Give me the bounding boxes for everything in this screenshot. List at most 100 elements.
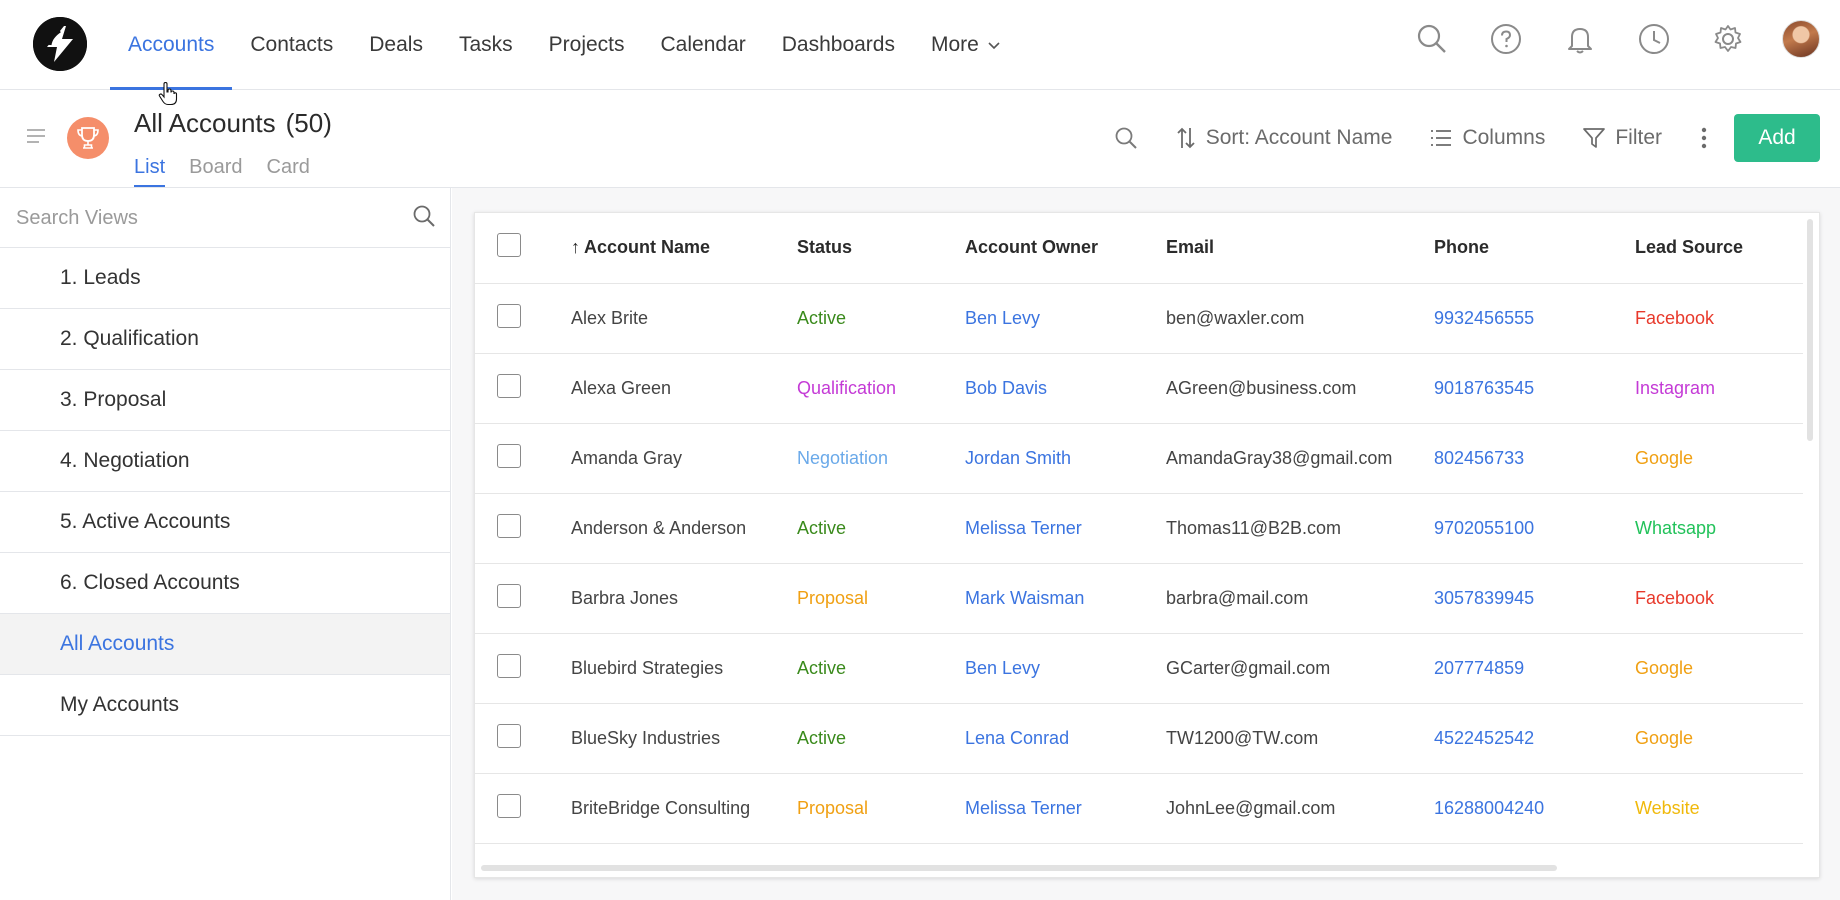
email-cell: AGreen@business.com <box>1166 353 1434 424</box>
table-row[interactable]: BlueSky Industries Active Lena Conrad TW… <box>475 703 1803 774</box>
owner-link[interactable]: Ben Levy <box>965 633 1166 704</box>
row-checkbox[interactable] <box>497 443 521 468</box>
sidebar-item-my-accounts[interactable]: My Accounts <box>0 675 450 736</box>
sidebar-item-active-accounts[interactable]: 5. Active Accounts <box>0 492 450 553</box>
sidebar-item-qualification[interactable]: 2. Qualification <box>0 309 450 370</box>
column-header-account-owner[interactable]: Account Owner <box>965 213 1166 284</box>
filter-label: Filter <box>1615 126 1662 149</box>
columns-button[interactable]: Columns <box>1430 126 1545 150</box>
nav-dashboards[interactable]: Dashboards <box>764 0 913 90</box>
gear-icon[interactable] <box>1710 21 1746 57</box>
table-row[interactable]: Amanda Gray Negotiation Jordan Smith Ama… <box>475 423 1803 494</box>
account-name-cell[interactable]: Bluebird Strategies <box>571 633 797 704</box>
nav-calendar[interactable]: Calendar <box>643 0 764 90</box>
phone-link[interactable]: 16288004240 <box>1434 773 1635 844</box>
sidebar-item-negotiation[interactable]: 4. Negotiation <box>0 431 450 492</box>
nav-accounts[interactable]: Accounts <box>110 0 233 91</box>
tab-list[interactable]: List <box>134 156 166 187</box>
nav-contacts[interactable]: Contacts <box>232 0 351 90</box>
app-logo[interactable] <box>33 17 87 71</box>
vertical-scrollbar[interactable] <box>1807 219 1813 441</box>
accounts-table-card: ↑ Account Name Status Account Owner Email… <box>474 212 1820 878</box>
row-checkbox[interactable] <box>497 793 521 818</box>
column-header-phone[interactable]: Phone <box>1434 213 1635 284</box>
select-all-checkbox[interactable] <box>497 233 521 258</box>
owner-link[interactable]: Melissa Terner <box>965 493 1166 564</box>
table-row[interactable]: Bluebird Strategies Active Ben Levy GCar… <box>475 633 1803 704</box>
row-select-cell <box>475 633 571 704</box>
more-options-button[interactable] <box>1700 126 1708 150</box>
row-select-cell <box>475 353 571 424</box>
owner-link[interactable]: Jordan Smith <box>965 423 1166 494</box>
tab-card[interactable]: Card <box>267 156 310 187</box>
sidebar-item-proposal[interactable]: 3. Proposal <box>0 370 450 431</box>
account-name-cell[interactable]: Barbra Jones <box>571 563 797 634</box>
search-icon[interactable] <box>412 204 436 228</box>
column-header-email[interactable]: Email <box>1166 213 1434 284</box>
phone-link[interactable]: 9702055100 <box>1434 493 1635 564</box>
table-search-button[interactable] <box>1114 126 1138 150</box>
column-header-status[interactable]: Status <box>797 213 965 284</box>
owner-link[interactable]: Mark Waisman <box>965 563 1166 634</box>
phone-link[interactable]: 9018763545 <box>1434 353 1635 424</box>
row-checkbox[interactable] <box>497 653 521 678</box>
row-checkbox[interactable] <box>497 513 521 538</box>
hamburger-icon[interactable] <box>26 128 46 144</box>
sidebar-item-closed-accounts[interactable]: 6. Closed Accounts <box>0 553 450 614</box>
add-button[interactable]: Add <box>1734 114 1820 162</box>
bell-icon[interactable] <box>1562 21 1598 57</box>
status-cell: Active <box>797 493 965 564</box>
horizontal-scrollbar[interactable] <box>481 865 1557 871</box>
history-icon[interactable] <box>1636 21 1672 57</box>
phone-link[interactable]: 207774859 <box>1434 633 1635 704</box>
account-name-cell[interactable]: Alex Brite <box>571 283 797 354</box>
owner-link[interactable]: Bob Davis <box>965 353 1166 424</box>
email-cell: JohnLee@gmail.com <box>1166 773 1434 844</box>
nav-projects[interactable]: Projects <box>531 0 643 90</box>
tab-board[interactable]: Board <box>189 156 242 187</box>
table-row[interactable]: Alex Brite Active Ben Levy ben@waxler.co… <box>475 283 1803 354</box>
owner-link[interactable]: Melissa Terner <box>965 773 1166 844</box>
table-row[interactable]: Barbra Jones Proposal Mark Waisman barbr… <box>475 563 1803 634</box>
phone-link[interactable]: 4522452542 <box>1434 703 1635 774</box>
phone-link[interactable]: 802456733 <box>1434 423 1635 494</box>
account-name-cell[interactable]: BriteBridge Consulting <box>571 773 797 844</box>
search-views-input[interactable] <box>16 202 396 234</box>
row-checkbox[interactable] <box>497 303 521 328</box>
row-checkbox[interactable] <box>497 723 521 748</box>
filter-button[interactable]: Filter <box>1583 126 1662 150</box>
account-name-cell[interactable]: Amanda Gray <box>571 423 797 494</box>
sidebar-item-leads[interactable]: 1. Leads <box>0 248 450 309</box>
phone-link[interactable]: 3057839945 <box>1434 563 1635 634</box>
table-row[interactable]: Anderson & Anderson Active Melissa Terne… <box>475 493 1803 564</box>
owner-link[interactable]: Lena Conrad <box>965 703 1166 774</box>
nav-dashboards-label: Dashboards <box>781 33 895 56</box>
sidebar-item-all-accounts[interactable]: All Accounts <box>0 614 450 675</box>
email-cell: AmandaGray38@gmail.com <box>1166 423 1434 494</box>
nav-contacts-label: Contacts <box>250 33 334 56</box>
account-name-cell[interactable]: Anderson & Anderson <box>571 493 797 564</box>
account-name-cell[interactable]: Alexa Green <box>571 353 797 424</box>
nav-tasks[interactable]: Tasks <box>441 0 531 90</box>
table-row[interactable]: Alexa Green Qualification Bob Davis AGre… <box>475 353 1803 424</box>
nav-more[interactable]: More <box>913 0 1019 90</box>
row-checkbox[interactable] <box>497 373 521 398</box>
status-cell: Active <box>797 283 965 354</box>
status-cell: Proposal <box>797 563 965 634</box>
row-checkbox[interactable] <box>497 583 521 608</box>
column-header-lead-source[interactable]: Lead Source <box>1635 213 1803 284</box>
owner-link[interactable]: Ben Levy <box>965 283 1166 354</box>
avatar[interactable] <box>1782 20 1820 58</box>
help-icon[interactable] <box>1488 21 1524 57</box>
table-row[interactable]: BriteBridge Consulting Proposal Melissa … <box>475 773 1803 844</box>
column-header-label: Account Name <box>584 237 711 258</box>
account-name-cell[interactable]: BlueSky Industries <box>571 703 797 774</box>
sort-button[interactable]: Sort: Account Name <box>1176 126 1392 150</box>
search-icon[interactable] <box>1414 21 1450 57</box>
column-header-account-name[interactable]: ↑ Account Name <box>571 213 797 284</box>
nav-deals[interactable]: Deals <box>351 0 441 90</box>
columns-label: Columns <box>1462 126 1546 149</box>
nav-more-label: More <box>930 33 979 56</box>
phone-link[interactable]: 9932456555 <box>1434 283 1635 354</box>
row-select-cell <box>475 283 571 354</box>
